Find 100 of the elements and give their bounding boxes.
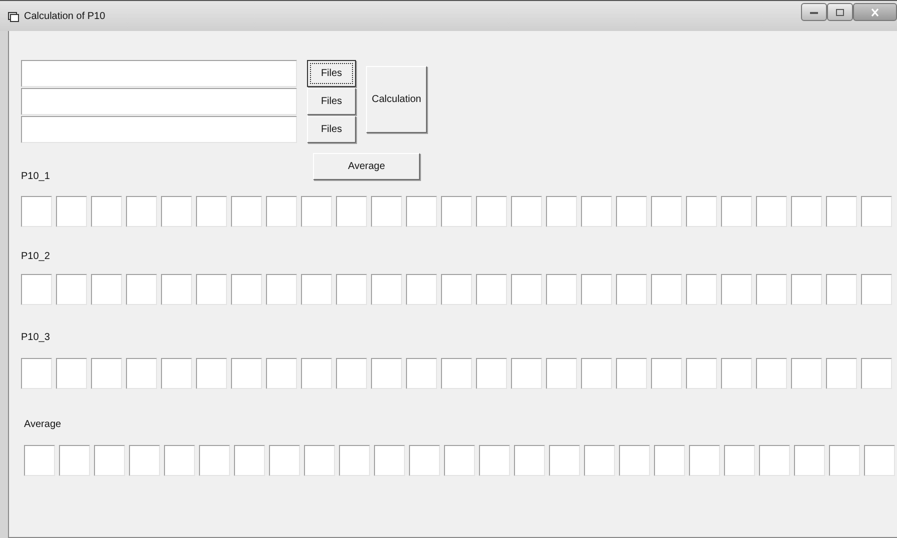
value-field[interactable]: [231, 274, 262, 305]
value-field[interactable]: [546, 358, 577, 389]
value-field[interactable]: [24, 445, 55, 476]
value-field[interactable]: [546, 196, 577, 227]
value-field[interactable]: [721, 196, 752, 227]
value-field[interactable]: [616, 196, 647, 227]
files-button[interactable]: Files: [307, 88, 356, 115]
value-field[interactable]: [161, 358, 192, 389]
value-field[interactable]: [651, 274, 682, 305]
value-field[interactable]: [94, 445, 125, 476]
value-field[interactable]: [616, 358, 647, 389]
average-button[interactable]: Average: [313, 153, 420, 180]
value-field[interactable]: [339, 445, 370, 476]
value-field[interactable]: [269, 445, 300, 476]
value-field[interactable]: [826, 274, 857, 305]
value-field[interactable]: [441, 358, 472, 389]
value-field[interactable]: [91, 358, 122, 389]
value-field[interactable]: [129, 445, 160, 476]
value-field[interactable]: [584, 445, 615, 476]
value-field[interactable]: [721, 274, 752, 305]
value-field[interactable]: [511, 358, 542, 389]
value-field[interactable]: [161, 274, 192, 305]
value-field[interactable]: [126, 358, 157, 389]
value-field[interactable]: [196, 274, 227, 305]
value-field[interactable]: [756, 358, 787, 389]
value-field[interactable]: [686, 358, 717, 389]
value-field[interactable]: [196, 358, 227, 389]
value-field[interactable]: [231, 358, 262, 389]
value-field[interactable]: [791, 196, 822, 227]
value-field[interactable]: [406, 274, 437, 305]
value-field[interactable]: [336, 358, 367, 389]
value-field[interactable]: [861, 358, 892, 389]
value-field[interactable]: [476, 358, 507, 389]
value-field[interactable]: [56, 274, 87, 305]
value-field[interactable]: [616, 274, 647, 305]
value-field[interactable]: [756, 274, 787, 305]
value-field[interactable]: [336, 274, 367, 305]
minimize-button[interactable]: [801, 3, 827, 21]
value-field[interactable]: [371, 358, 402, 389]
value-field[interactable]: [234, 445, 265, 476]
value-field[interactable]: [231, 196, 262, 227]
value-field[interactable]: [721, 358, 752, 389]
calculation-button[interactable]: Calculation: [366, 66, 427, 133]
value-field[interactable]: [581, 196, 612, 227]
value-field[interactable]: [724, 445, 755, 476]
value-field[interactable]: [479, 445, 510, 476]
value-field[interactable]: [654, 445, 685, 476]
value-field[interactable]: [511, 196, 542, 227]
value-field[interactable]: [581, 274, 612, 305]
value-field[interactable]: [406, 196, 437, 227]
value-field[interactable]: [444, 445, 475, 476]
value-field[interactable]: [266, 358, 297, 389]
value-field[interactable]: [126, 274, 157, 305]
value-field[interactable]: [549, 445, 580, 476]
value-field[interactable]: [266, 196, 297, 227]
value-field[interactable]: [581, 358, 612, 389]
value-field[interactable]: [406, 358, 437, 389]
files-button[interactable]: Files: [307, 116, 356, 143]
value-field[interactable]: [829, 445, 860, 476]
value-field[interactable]: [546, 274, 577, 305]
value-field[interactable]: [864, 445, 895, 476]
value-field[interactable]: [91, 274, 122, 305]
value-field[interactable]: [689, 445, 720, 476]
file-path-field[interactable]: [21, 88, 297, 115]
value-field[interactable]: [686, 274, 717, 305]
value-field[interactable]: [304, 445, 335, 476]
file-path-field[interactable]: [21, 116, 297, 143]
value-field[interactable]: [371, 196, 402, 227]
value-field[interactable]: [756, 196, 787, 227]
value-field[interactable]: [514, 445, 545, 476]
value-field[interactable]: [91, 196, 122, 227]
value-field[interactable]: [126, 196, 157, 227]
value-field[interactable]: [21, 274, 52, 305]
value-field[interactable]: [759, 445, 790, 476]
value-field[interactable]: [164, 445, 195, 476]
value-field[interactable]: [791, 358, 822, 389]
value-field[interactable]: [861, 274, 892, 305]
value-field[interactable]: [511, 274, 542, 305]
value-field[interactable]: [861, 196, 892, 227]
value-field[interactable]: [476, 274, 507, 305]
value-field[interactable]: [266, 274, 297, 305]
value-field[interactable]: [301, 274, 332, 305]
value-field[interactable]: [619, 445, 650, 476]
value-field[interactable]: [826, 358, 857, 389]
value-field[interactable]: [794, 445, 825, 476]
value-field[interactable]: [409, 445, 440, 476]
value-field[interactable]: [56, 196, 87, 227]
value-field[interactable]: [59, 445, 90, 476]
value-field[interactable]: [826, 196, 857, 227]
value-field[interactable]: [161, 196, 192, 227]
value-field[interactable]: [336, 196, 367, 227]
value-field[interactable]: [374, 445, 405, 476]
value-field[interactable]: [21, 196, 52, 227]
value-field[interactable]: [476, 196, 507, 227]
value-field[interactable]: [301, 358, 332, 389]
maximize-button[interactable]: [827, 3, 853, 21]
file-path-field[interactable]: [21, 60, 297, 87]
value-field[interactable]: [371, 274, 402, 305]
value-field[interactable]: [441, 274, 472, 305]
value-field[interactable]: [56, 358, 87, 389]
